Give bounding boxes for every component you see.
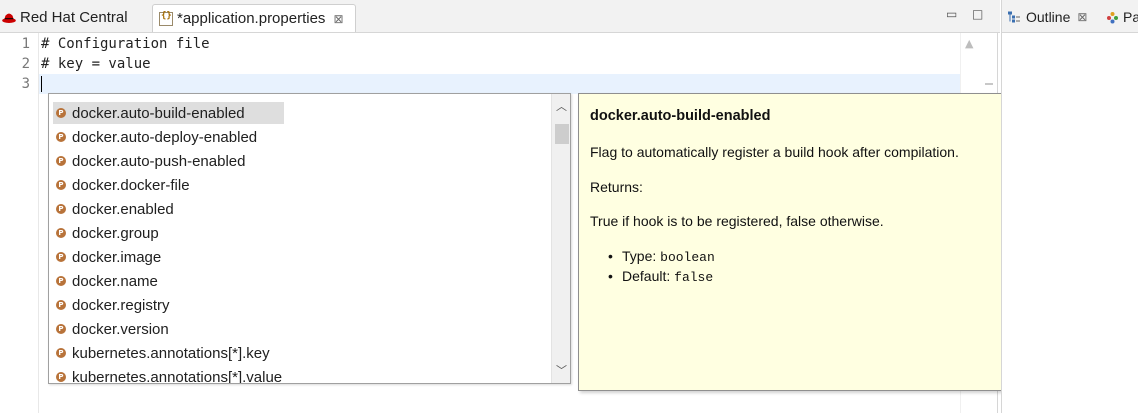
doc-default-item: Default: false xyxy=(608,266,715,286)
proposal-item[interactable]: docker.group xyxy=(53,222,163,244)
proposal-item[interactable]: docker.name xyxy=(53,270,162,292)
outline-view: Outline ⊠ Pa xyxy=(1001,0,1138,413)
proposal-scrollbar[interactable]: ︿ ﹀ xyxy=(551,94,570,383)
redhat-icon xyxy=(2,13,16,23)
type-value: boolean xyxy=(660,250,715,265)
proposal-item[interactable]: docker.auto-deploy-enabled xyxy=(53,126,261,148)
tab-palette[interactable]: Pa xyxy=(1106,9,1138,25)
scroll-down-icon[interactable]: ﹀ xyxy=(556,362,567,378)
default-label: Default: xyxy=(622,268,675,284)
line-number: 2 xyxy=(21,56,30,72)
properties-file-icon: {} xyxy=(159,11,173,26)
proposal-label: docker.group xyxy=(72,224,159,242)
close-icon[interactable]: ⊠ xyxy=(333,12,343,26)
doc-title: docker.auto-build-enabled xyxy=(590,108,771,124)
type-label: Type: xyxy=(622,248,661,264)
proposal-item[interactable]: docker.registry xyxy=(53,294,174,316)
proposal-item[interactable]: docker.enabled xyxy=(53,198,178,220)
tab-label: Pa xyxy=(1123,9,1138,25)
default-value: false xyxy=(674,270,714,285)
proposal-label: kubernetes.annotations[*].key xyxy=(72,344,270,362)
tab-application-properties[interactable]: {} *application.properties ⊠ xyxy=(152,4,356,32)
palette-icon xyxy=(1107,11,1118,23)
proposal-label: docker.enabled xyxy=(72,200,174,218)
scroll-up-icon[interactable]: ▲ xyxy=(965,37,973,50)
tab-red-hat-central[interactable]: Red Hat Central xyxy=(0,4,150,31)
proposal-item[interactable]: docker.auto-push-enabled xyxy=(53,150,249,172)
proposal-label: docker.image xyxy=(72,248,162,266)
property-icon xyxy=(56,108,66,118)
property-icon xyxy=(56,252,66,262)
scrollbar-thumb[interactable] xyxy=(555,124,569,144)
proposal-label: docker.auto-build-enabled xyxy=(72,104,245,122)
proposal-label: docker.auto-push-enabled xyxy=(72,152,246,170)
proposal-label: docker.registry xyxy=(72,296,170,314)
line-number: 1 xyxy=(21,36,30,52)
proposal-label: docker.version xyxy=(72,320,169,338)
proposal-list: docker.auto-build-enabled docker.auto-dep… xyxy=(49,94,551,383)
line-number-gutter: 1 2 3 xyxy=(0,33,39,413)
doc-returns-text: True if hook is to be registered, false … xyxy=(590,213,884,229)
tab-label: Red Hat Central xyxy=(20,9,128,26)
property-icon xyxy=(56,300,66,310)
maximize-icon[interactable]: □ xyxy=(972,7,983,21)
proposal-label: docker.auto-deploy-enabled xyxy=(72,128,258,146)
proposal-label: docker.docker-file xyxy=(72,176,190,194)
property-icon xyxy=(56,204,66,214)
code-line[interactable]: # key = value xyxy=(41,54,151,74)
property-icon xyxy=(56,180,66,190)
property-icon xyxy=(56,372,66,382)
property-icon xyxy=(56,276,66,286)
content-assist-popup: docker.auto-build-enabled docker.auto-dep… xyxy=(48,93,571,384)
proposal-label: docker.name xyxy=(72,272,158,290)
overview-ruler-mark xyxy=(985,83,993,85)
proposal-label: kubernetes.annotations[*].value xyxy=(72,368,283,384)
property-icon xyxy=(56,348,66,358)
outline-icon xyxy=(1008,11,1020,23)
current-line-highlight xyxy=(38,74,960,94)
proposal-item[interactable]: kubernetes.annotations[*].key xyxy=(53,342,274,364)
property-icon xyxy=(56,228,66,238)
doc-type-item: Type: boolean xyxy=(608,246,715,266)
proposal-item[interactable]: docker.image xyxy=(53,246,165,268)
line-number: 3 xyxy=(21,76,30,92)
proposal-item[interactable]: docker.docker-file xyxy=(53,174,194,196)
doc-description: Flag to automatically register a build h… xyxy=(590,144,959,160)
doc-attribute-list: Type: boolean Default: false xyxy=(608,246,715,286)
side-tab-bar: Outline ⊠ Pa xyxy=(1002,0,1138,33)
proposal-item[interactable]: kubernetes.annotations[*].value xyxy=(53,366,286,384)
close-icon[interactable]: ⊠ xyxy=(1077,10,1087,24)
tab-outline[interactable]: Outline ⊠ xyxy=(1008,9,1087,25)
editor-tab-bar: Red Hat Central {} *application.properti… xyxy=(0,0,1000,33)
property-icon xyxy=(56,156,66,166)
proposal-item[interactable]: docker.version xyxy=(53,318,173,340)
code-line[interactable]: # Configuration file xyxy=(41,34,210,54)
doc-returns-label: Returns: xyxy=(590,179,643,195)
text-caret xyxy=(41,76,42,92)
property-icon xyxy=(56,324,66,334)
tab-label: Outline xyxy=(1026,9,1071,25)
scroll-up-icon[interactable]: ︿ xyxy=(556,98,567,114)
proposal-item[interactable]: docker.auto-build-enabled xyxy=(53,102,284,124)
tab-label: *application.properties xyxy=(177,10,326,27)
property-icon xyxy=(56,132,66,142)
minimize-icon[interactable]: ▭ xyxy=(946,7,957,21)
